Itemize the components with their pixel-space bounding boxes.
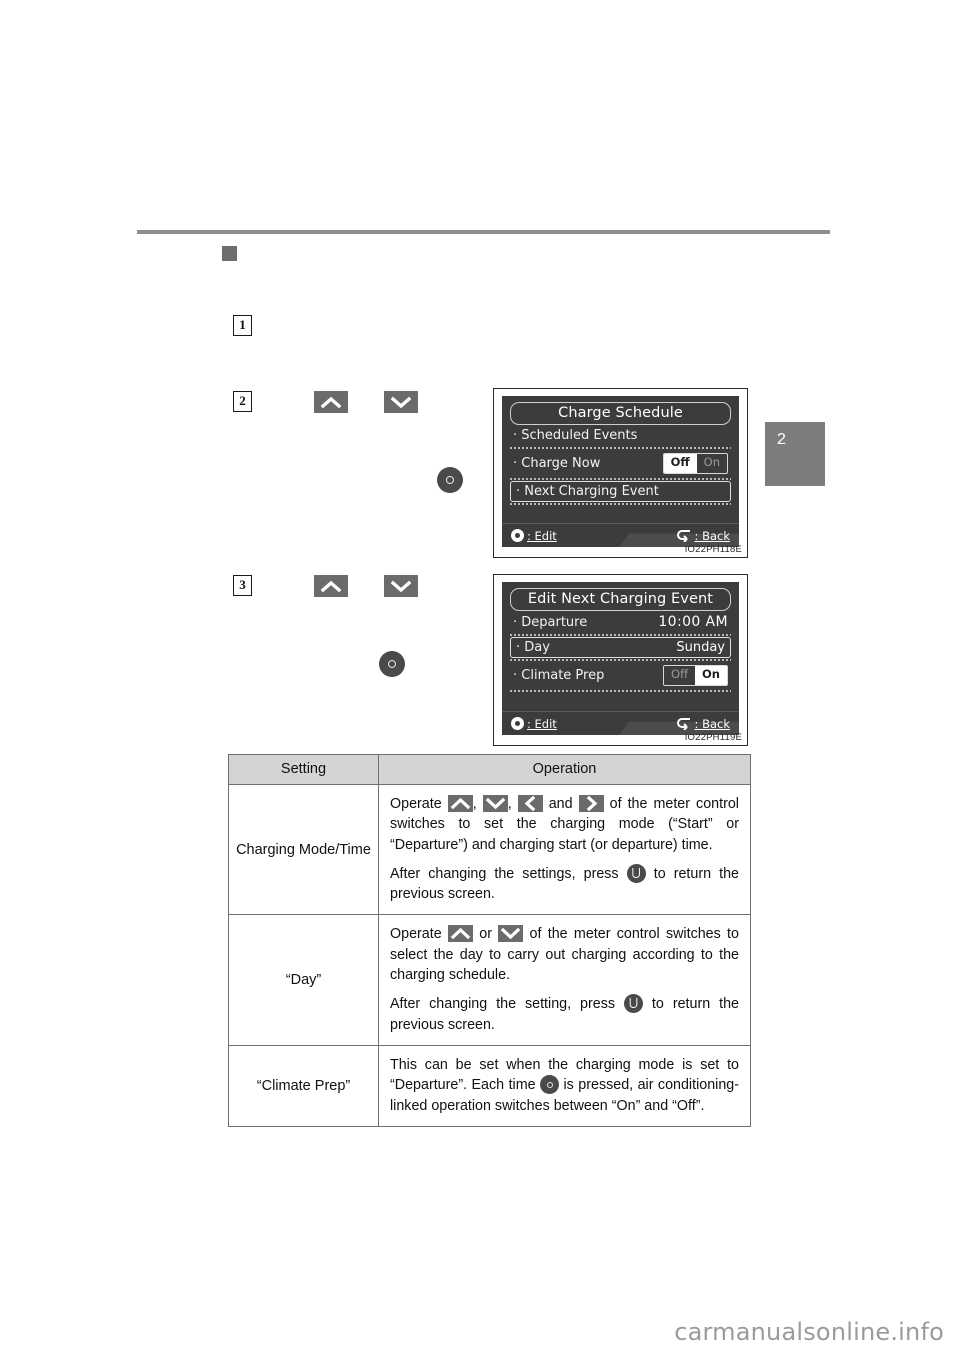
chevron-up-icon (447, 925, 473, 943)
enter-button-icon (540, 1075, 560, 1095)
table-row: Charging Mode/Time Operate , , and of th… (228, 783, 751, 916)
figure-id-label: IO22PH118E (684, 544, 742, 555)
toggle-on-option[interactable]: On (695, 666, 727, 685)
footer-back-hint[interactable]: : Back (676, 529, 730, 543)
enter-button-icon (437, 467, 463, 493)
footer-edit-label: : Edit (527, 528, 557, 543)
text-fragment: After changing the settings, press (390, 865, 627, 882)
meter-row-day[interactable]: Day Sunday (510, 637, 731, 658)
meter-row-climate-prep[interactable]: Climate Prep Off On (510, 662, 731, 689)
operation-paragraph: After changing the settings, press ⋃ to … (390, 863, 739, 905)
meter-row-separator (510, 502, 731, 505)
operation-description-climate-prep: This can be set when the charging mode i… (378, 1044, 751, 1127)
meter-row-separator (510, 659, 731, 661)
step-marker-2: 2 (233, 391, 252, 412)
meter-row-label: Climate Prep (513, 668, 604, 683)
section-bullet-icon (222, 246, 237, 261)
meter-row-separator (510, 477, 731, 480)
chevron-up-icon (447, 795, 473, 812)
text-fragment: , (507, 796, 518, 812)
back-button-icon: ⋃ (623, 994, 643, 1014)
meter-display-charge-schedule: Charge Schedule Scheduled Events Charge … (493, 388, 748, 558)
operation-description-day: Operate or of the meter control switches… (378, 914, 751, 1046)
operation-paragraph: This can be set when the charging mode i… (390, 1055, 739, 1116)
text-fragment: After changing the setting, press (390, 996, 624, 1013)
back-arrow-icon (676, 530, 690, 542)
chevron-down-icon (482, 795, 508, 812)
setting-name-climate-prep: “Climate Prep” (228, 1044, 379, 1127)
meter-row-charge-now[interactable]: Charge Now Off On (510, 450, 731, 477)
meter-row-next-charging-event[interactable]: Next Charging Event (510, 480, 731, 502)
meter-row-value: Sunday (676, 640, 725, 655)
meter-row-separator (510, 689, 731, 692)
meter-row-scheduled-events[interactable]: Scheduled Events (510, 425, 731, 446)
meter-display-edit-next-charging-event: Edit Next Charging Event Departure 10:00… (493, 574, 748, 746)
footer-edit-hint[interactable]: : Edit (511, 717, 557, 731)
back-arrow-icon (676, 718, 690, 730)
operation-paragraph: After changing the setting, press ⋃ to r… (390, 994, 739, 1035)
toggle-off-option[interactable]: Off (664, 666, 695, 685)
text-fragment: and (542, 796, 579, 812)
meter-screen: Charge Schedule Scheduled Events Charge … (502, 396, 739, 531)
operation-paragraph: Operate , , and of the meter control swi… (390, 794, 739, 855)
enter-button-icon (379, 651, 405, 677)
header-rule (137, 230, 830, 234)
chevron-left-icon (517, 795, 543, 812)
chevron-up-icon (314, 575, 348, 597)
step-marker-3: 3 (233, 575, 252, 596)
column-header-setting: Setting (228, 754, 379, 785)
footer-back-label: : Back (694, 716, 730, 731)
table-row: “Climate Prep” This can be set when the … (228, 1044, 751, 1127)
meter-row-departure[interactable]: Departure 10:00 AM (510, 611, 731, 633)
table-header-row: Setting Operation (228, 754, 751, 785)
meter-row-label: Day (516, 640, 550, 655)
toggle-on-option[interactable]: On (697, 454, 727, 473)
meter-row-label: Next Charging Event (516, 484, 659, 499)
setting-name-charging-mode-time: Charging Mode/Time (228, 783, 379, 916)
charge-now-toggle[interactable]: Off On (662, 453, 728, 474)
meter-row-label: Charge Now (513, 456, 600, 471)
footer-edit-hint[interactable]: : Edit (511, 529, 557, 543)
step-marker-1: 1 (233, 315, 252, 336)
operation-description-charging-mode-time: Operate , , and of the meter control swi… (378, 783, 751, 916)
column-header-operation: Operation (378, 754, 751, 785)
settings-operations-table: Setting Operation Charging Mode/Time Ope… (228, 754, 751, 1127)
operation-paragraph: Operate or of the meter control switches… (390, 924, 739, 985)
meter-title: Charge Schedule (510, 402, 731, 425)
footer-back-label: : Back (694, 528, 730, 543)
chevron-down-icon (498, 925, 524, 943)
chevron-down-icon (384, 391, 418, 413)
enter-button-icon (511, 529, 524, 542)
chevron-right-icon (578, 795, 604, 812)
enter-button-icon (511, 717, 524, 730)
meter-screen: Edit Next Charging Event Departure 10:00… (502, 582, 739, 719)
footer-back-hint[interactable]: : Back (676, 717, 730, 731)
footer-edit-label: : Edit (527, 716, 557, 731)
text-fragment: or (472, 926, 499, 943)
setting-name-day: “Day” (228, 914, 379, 1046)
meter-row-separator (510, 447, 731, 449)
chevron-up-icon (314, 391, 348, 413)
side-tab-chapter: 2 (765, 422, 825, 486)
meter-row-value: 10:00 AM (658, 614, 728, 630)
text-fragment: Operate (390, 926, 448, 943)
meter-row-separator (510, 634, 731, 636)
toggle-off-option[interactable]: Off (663, 454, 697, 473)
table-row: “Day” Operate or of the meter control sw… (228, 914, 751, 1046)
meter-row-label: Departure (513, 615, 587, 630)
chevron-down-icon (384, 575, 418, 597)
back-button-icon: ⋃ (626, 863, 646, 883)
meter-row-label: Scheduled Events (513, 428, 637, 443)
climate-prep-toggle[interactable]: Off On (663, 665, 728, 686)
text-fragment: , (472, 796, 483, 812)
text-fragment: Operate (390, 796, 448, 812)
site-watermark: carmanualsonline.info (674, 1318, 944, 1346)
meter-title: Edit Next Charging Event (510, 588, 731, 611)
side-tab-number: 2 (777, 431, 786, 448)
figure-id-label: IO22PH119E (684, 732, 742, 743)
